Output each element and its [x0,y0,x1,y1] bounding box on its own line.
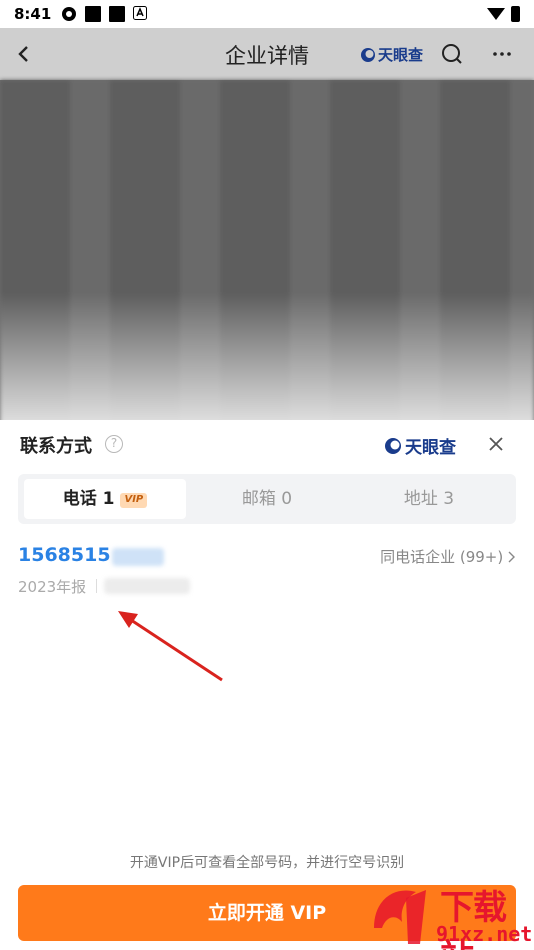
nav-bar: 企业详情 天眼查 [0,28,534,80]
notification-icon-2 [109,6,126,22]
phone-number[interactable]: 1568515 [18,544,111,566]
tab-address[interactable]: 地址 3 [348,479,510,519]
masked-detail [104,578,190,594]
background-page-overlay[interactable]: 8:41 企业详情 天眼查 [0,0,534,435]
status-time: 8:41 [14,5,52,23]
chevron-right-icon [508,551,515,563]
help-icon[interactable]: ? [105,435,123,453]
more-icon[interactable] [490,42,514,66]
status-right [487,6,520,22]
status-bar: 8:41 [0,0,534,28]
wifi-icon [487,8,505,20]
screen: 8:41 企业详情 天眼查 联系方式 ? 天眼查 电话 1 VIP 邮箱 0 地… [0,0,534,950]
notification-icon [85,6,102,22]
tianyancha-logo: 天眼查 [384,433,456,458]
sync-icon [61,6,77,22]
tianyancha-logo: 天眼查 [360,44,423,65]
battery-icon [511,6,520,22]
tab-email-label: 邮箱 0 [241,489,293,509]
tab-phone-label: 电话 1 [62,489,115,509]
tab-email[interactable]: 邮箱 0 [186,479,348,519]
same-phone-label: 同电话企业 (99+) [380,548,504,566]
divider [96,579,97,593]
red-arrow-annotation [118,611,223,682]
close-icon[interactable] [486,434,506,454]
nav-logo-text: 天眼查 [378,46,424,64]
phone-row: 1568515 同电话企业 (99+) 2023年报 [18,544,516,604]
app-notification-icon [133,6,149,22]
search-icon[interactable] [440,42,464,66]
sheet-logo-text: 天眼查 [405,438,456,458]
vip-badge: VIP [120,493,148,508]
contact-tabs: 电话 1 VIP 邮箱 0 地址 3 [18,474,516,524]
tab-address-label: 地址 3 [403,489,455,509]
open-vip-button[interactable]: 立即开通 VIP [18,885,516,941]
report-source: 2023年报 [18,578,87,596]
tab-phone[interactable]: 电话 1 VIP [24,479,186,519]
vip-hint: 开通VIP后可查看全部号码，并进行空号识别 [129,855,405,871]
blurred-page-content [0,80,534,435]
phone-number-masked [112,548,164,566]
same-phone-companies-link[interactable]: 同电话企业 (99+) [380,546,516,567]
sheet-title: 联系方式 [20,436,92,457]
